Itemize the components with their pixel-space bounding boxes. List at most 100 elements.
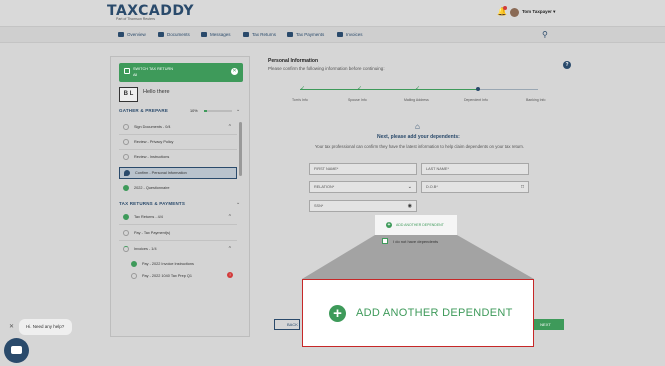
status-circle-icon [123,154,129,160]
house-icon: ⌂ [415,122,420,131]
user-menu[interactable]: Tom Taxpayer ▾ [522,9,555,15]
nav-item-documents[interactable]: Documents [158,32,190,37]
sidebar-item-confirm-personal-info[interactable]: Confirm - Personal Information [119,167,237,179]
no-dependents-checkbox[interactable]: I do not have dependents [382,238,438,244]
sidebar-item-tax-prep[interactable]: Pay - 2022 1040 Tax Prep Q1 [127,270,237,282]
plus-icon: + [329,304,346,322]
page-title: Personal Information [268,58,319,64]
last-name-field[interactable]: LAST NAME* [421,163,529,175]
documents-icon [158,32,164,37]
chevron-down-icon[interactable]: ⌄ [236,107,240,113]
step-label: Banking Info [526,98,546,102]
dob-placeholder: D.O.B* [426,185,438,189]
gather-prepare-heading: GATHER & PREPARE [119,108,169,113]
nav-item-tax-payments[interactable]: Tax Payments [287,32,324,37]
step-label: Mailing Address [404,98,429,102]
alert-badge: ! [227,272,233,278]
section-heading: Next, please add your dependents: [377,134,460,140]
nav-item-tax-returns[interactable]: Tax Returns [243,32,276,37]
sidebar-scrollbar[interactable] [239,122,242,176]
tax-returns-icon [243,32,249,37]
step-label: Spouse Info [348,98,367,102]
divider [119,149,237,150]
nav-item-overview[interactable]: Overview [118,32,146,37]
nav-label: Overview [127,32,146,37]
dob-field[interactable]: D.O.B* □ [421,181,529,193]
close-icon[interactable]: ✕ [231,68,238,75]
divider [119,240,237,241]
nav-item-messages[interactable]: Messages [201,32,231,37]
relation-placeholder: RELATION* [314,185,335,189]
help-icon[interactable]: ? [563,61,571,69]
add-dependent-label: ADD ANOTHER DEPENDENT [396,223,444,227]
nav-item-invoices[interactable]: Invoices [337,32,363,37]
sidebar-item-questionnaire[interactable]: 2022 - Questionnaire [119,182,237,194]
page-subtitle: Please confirm the following information… [268,66,385,71]
sidebar-item-tax-returns[interactable]: Tax Returns - 4/4 ^ [119,211,237,223]
chevron-up-icon[interactable]: ^ [229,214,231,220]
chat-prompt[interactable]: Hi. Need any help? [19,319,72,335]
chevron-up-icon[interactable]: ^ [229,124,231,130]
sidebar-item-sign-documents[interactable]: Sign Documents - 0/4 ^ [119,121,237,133]
nav-label: Tax Returns [252,32,277,37]
gather-progress-fill [204,110,207,112]
status-circle-icon [123,139,129,145]
zoom-label: ADD ANOTHER DEPENDENT [356,307,513,319]
nav-label: Messages [210,32,231,37]
zoomed-add-dependent-callout[interactable]: + ADD ANOTHER DEPENDENT [302,279,534,347]
sidebar-item-label: Tax Returns - 4/4 [134,215,163,219]
relation-select[interactable]: RELATION* ⌄ [309,181,417,193]
sidebar-item-label: Invoices - 1/4 [134,247,157,251]
checkbox[interactable] [382,238,388,244]
status-circle-icon [123,124,129,130]
eye-icon[interactable]: ◉ [408,201,412,211]
switch-tax-return-button[interactable]: SWITCH TAX RETURN All ✕ [119,63,243,82]
sidebar-item-label: 2022 - Questionnaire [134,186,170,190]
step-label: Tom's Info [292,98,308,102]
nav-label: Invoices [346,32,363,37]
sidebar-item-tax-payments[interactable]: Pay - Tax Payment(s) [119,227,237,239]
search-icon[interactable]: ⚲ [542,30,548,39]
chevron-down-icon: ⌄ [407,184,412,190]
check-icon: ✓ [357,86,363,92]
invoices-icon [337,32,343,37]
back-button[interactable]: BACK [274,319,300,330]
sidebar-item-label: Pay - Tax Payment(s) [134,231,171,235]
current-step-dot [476,87,480,91]
chevron-down-icon[interactable]: ⌄ [236,200,240,206]
sidebar-item-label: Sign Documents - 0/4 [134,125,171,129]
sidebar-item-label: Confirm - Personal Information [135,171,187,175]
stepper-progress [300,89,478,90]
ssn-placeholder: SSN* [314,204,324,208]
sidebar-item-privacy-policy[interactable]: Review - Privacy Policy [119,136,237,148]
divider [119,134,237,135]
sidebar-item-label: Pay - 2022 1040 Tax Prep Q1 [142,274,192,278]
status-circle-icon [123,230,129,236]
location-pin-icon [124,170,130,176]
section-description: Your tax professional can confirm they h… [314,144,525,149]
sidebar-item-label: Review - Instructions [134,155,170,159]
sidebar-item-label: Pay - 2022 Invoice Instructions [142,262,194,266]
tax-returns-payments-heading: TAX RETURNS & PAYMENTS [119,201,186,206]
switch-value: All [133,73,138,77]
chat-launcher-button[interactable] [4,338,29,363]
check-icon: ✓ [415,86,421,92]
sidebar-item-label: Review - Privacy Policy [134,140,174,144]
home-icon [118,32,124,37]
chevron-up-icon[interactable]: ^ [229,246,231,252]
checkmark-circle-icon [123,185,129,191]
gather-progress-percent: 10% [190,109,198,113]
no-dependents-label: I do not have dependents [393,238,439,244]
sidebar-item-invoices[interactable]: Invoices - 1/4 ^ [119,243,237,255]
nav-label: Tax Payments [296,32,325,37]
avatar[interactable] [510,8,519,17]
add-another-dependent-button[interactable]: + ADD ANOTHER DEPENDENT [375,215,457,235]
sidebar-item-instructions[interactable]: Review - Instructions [119,151,237,163]
top-header: TAXCADDY Part of Thomson Reuters 🔔 Tom T… [0,0,665,26]
sidebar-item-invoice-instructions[interactable]: Pay - 2022 Invoice Instructions [127,258,237,270]
ssn-field[interactable]: SSN* ◉ [309,200,417,212]
close-icon[interactable]: ✕ [9,323,14,330]
calendar-icon[interactable]: □ [521,182,524,192]
first-name-field[interactable]: FIRST NAME* [309,163,417,175]
nav-label: Documents [167,32,190,37]
